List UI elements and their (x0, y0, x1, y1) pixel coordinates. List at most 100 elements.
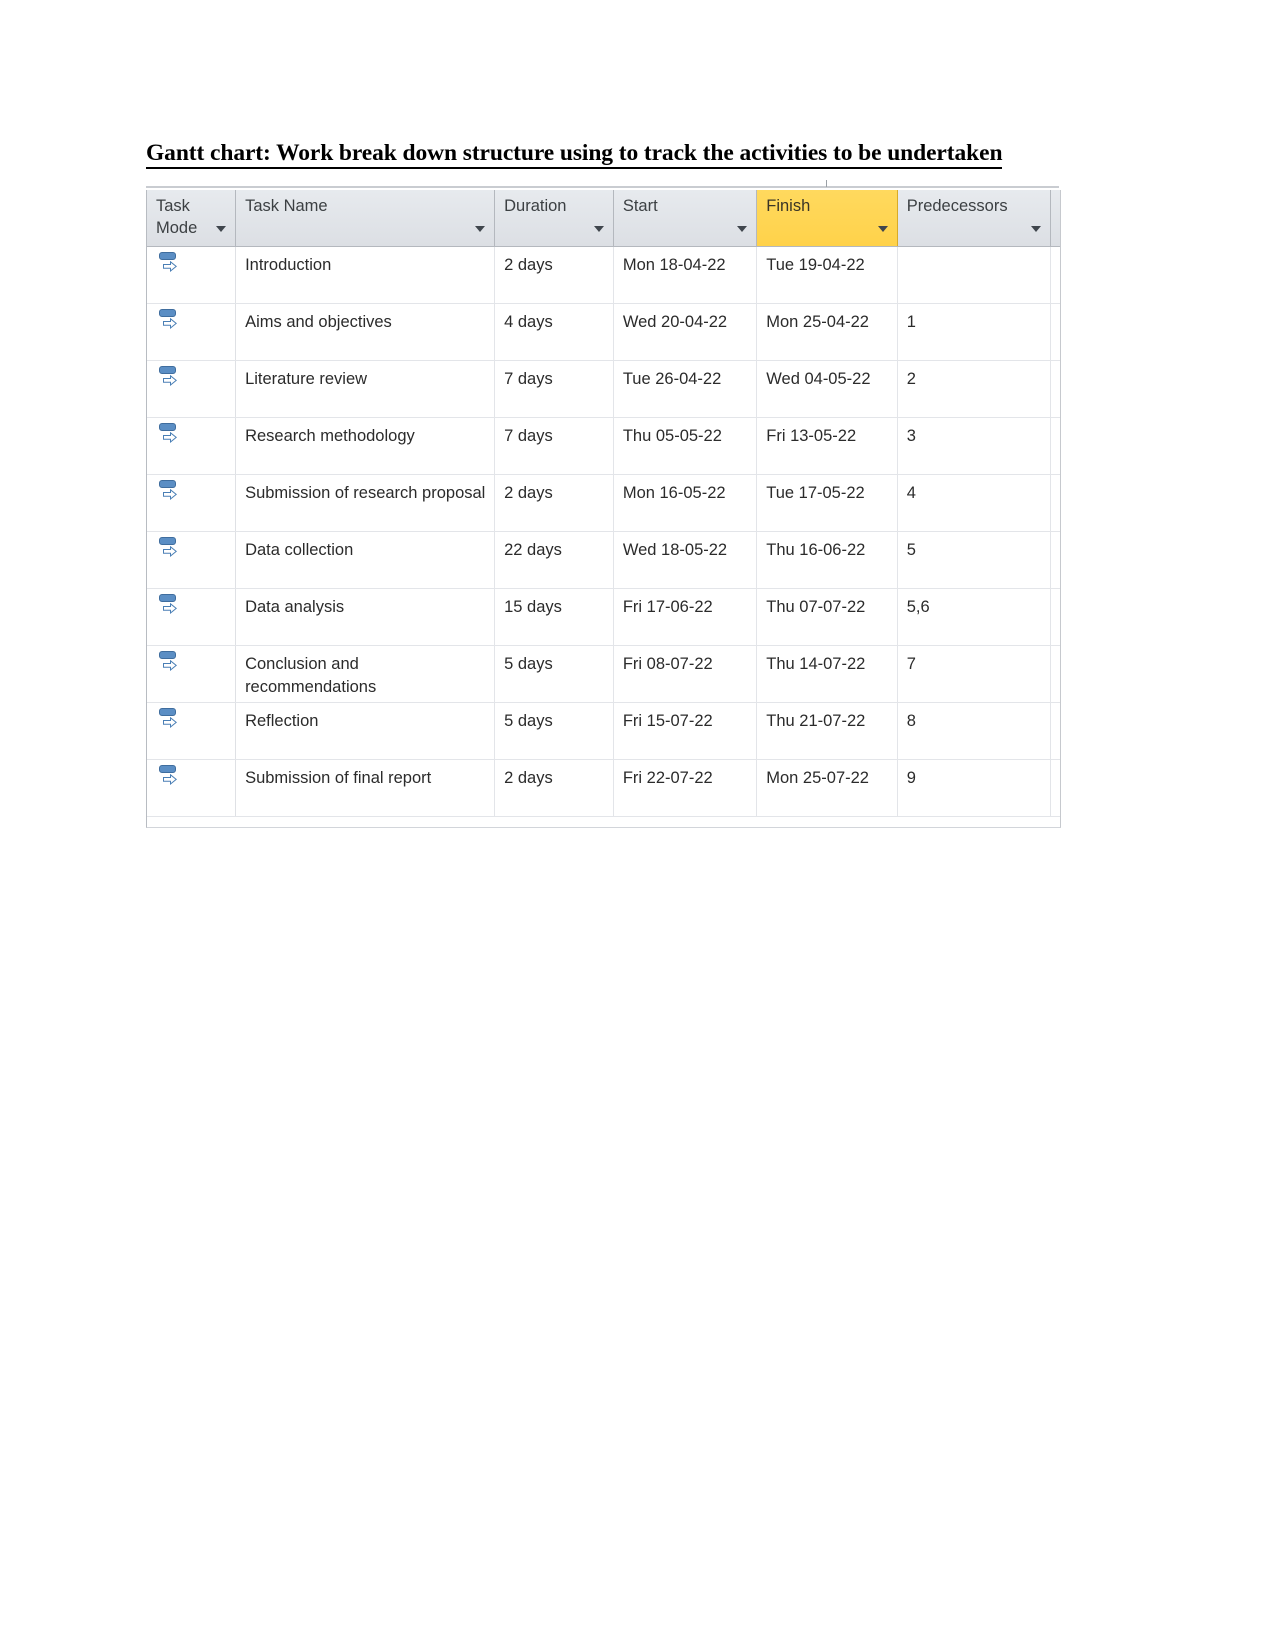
cell-overflow[interactable] (1051, 304, 1060, 360)
table-row[interactable]: Research methodology 7 days Thu 05-05-22 Fr… (147, 418, 1060, 475)
cell-predecessors[interactable]: 5 (898, 532, 1051, 588)
cell-overflow[interactable] (1051, 589, 1060, 645)
cell-overflow[interactable] (1051, 532, 1060, 588)
cell-overflow[interactable] (1051, 475, 1060, 531)
chevron-down-icon[interactable] (737, 226, 748, 232)
cell-overflow[interactable] (1051, 418, 1060, 474)
table-row[interactable]: Data collection 22 days Wed 18-05-22 Thu 16… (147, 532, 1060, 589)
cell-task-mode[interactable] (147, 589, 237, 645)
cell-finish[interactable]: Thu 16-06-22 (757, 532, 898, 588)
cell-predecessors[interactable]: 7 (898, 646, 1051, 702)
grid-body: Introduction 2 days Mon 18-04-22 Tue 19-04-… (147, 247, 1060, 817)
cell-task-mode[interactable] (147, 703, 237, 759)
column-header-duration[interactable]: Duration (495, 190, 614, 246)
cell-overflow[interactable] (1051, 703, 1060, 759)
cell-start[interactable]: Mon 16-05-22 (614, 475, 758, 531)
column-header-task-mode[interactable]: Task Mode (147, 190, 237, 246)
cell-predecessors[interactable]: 5,6 (898, 589, 1051, 645)
cell-task-name[interactable]: Research methodology (236, 418, 496, 474)
cell-finish[interactable]: Thu 21-07-22 (757, 703, 898, 759)
cell-start[interactable]: Mon 18-04-22 (614, 247, 758, 303)
cell-task-mode[interactable] (147, 247, 237, 303)
cell-duration[interactable]: 5 days (495, 703, 614, 759)
chevron-down-icon[interactable] (877, 226, 888, 232)
cell-task-name[interactable]: Conclusion and recommendations (236, 646, 496, 702)
cell-task-mode[interactable] (147, 418, 237, 474)
cell-task-name[interactable]: Literature review (236, 361, 496, 417)
auto-scheduled-icon (158, 478, 182, 504)
cell-overflow[interactable] (1051, 760, 1060, 816)
cell-predecessors[interactable]: 4 (898, 475, 1051, 531)
column-header-start[interactable]: Start (613, 190, 758, 246)
cell-predecessors[interactable]: 9 (898, 760, 1051, 816)
cell-duration[interactable]: 4 days (495, 304, 614, 360)
cell-task-mode[interactable] (147, 646, 237, 702)
cell-overflow[interactable] (1051, 646, 1060, 702)
cell-predecessors[interactable]: 1 (898, 304, 1051, 360)
cell-finish[interactable]: Thu 07-07-22 (757, 589, 898, 645)
cell-duration[interactable]: 2 days (495, 247, 614, 303)
cell-predecessors[interactable]: 2 (898, 361, 1051, 417)
cell-finish[interactable]: Mon 25-04-22 (757, 304, 898, 360)
column-header-finish[interactable]: Finish (757, 190, 898, 246)
cell-task-mode[interactable] (147, 760, 237, 816)
cell-task-name[interactable]: Aims and objectives (236, 304, 496, 360)
cell-duration[interactable]: 15 days (495, 589, 614, 645)
cell-duration[interactable]: 5 days (495, 646, 614, 702)
table-row[interactable]: Data analysis 15 days Fri 17-06-22 Thu 07-0… (147, 589, 1060, 646)
cell-task-mode[interactable] (147, 475, 237, 531)
cell-start[interactable]: Fri 15-07-22 (614, 703, 758, 759)
cell-predecessors[interactable] (898, 247, 1051, 303)
cell-finish[interactable]: Tue 17-05-22 (757, 475, 898, 531)
chevron-down-icon[interactable] (1031, 226, 1041, 232)
cell-finish[interactable]: Thu 14-07-22 (757, 646, 898, 702)
cell-overflow[interactable] (1051, 361, 1060, 417)
chevron-down-icon[interactable] (475, 226, 486, 232)
column-header-task-name[interactable]: Task Name (236, 190, 496, 246)
cell-start[interactable]: Wed 18-05-22 (614, 532, 758, 588)
cell-task-name[interactable]: Introduction (236, 247, 496, 303)
chevron-down-icon[interactable] (593, 226, 604, 232)
cell-overflow[interactable] (1051, 247, 1060, 303)
cell-predecessors[interactable]: 3 (898, 418, 1051, 474)
cell-task-name[interactable]: Submission of research proposal (236, 475, 496, 531)
cell-task-name[interactable]: Reflection (236, 703, 496, 759)
column-header-task-name-label: Task Name (245, 197, 328, 215)
cell-duration[interactable]: 2 days (495, 760, 614, 816)
auto-scheduled-icon (158, 706, 182, 732)
cell-duration[interactable]: 7 days (495, 361, 614, 417)
cell-task-mode[interactable] (147, 532, 237, 588)
cell-finish[interactable]: Fri 13-05-22 (757, 418, 898, 474)
cell-finish[interactable]: Wed 04-05-22 (757, 361, 898, 417)
table-row[interactable]: Submission of research proposal 2 days Mon… (147, 475, 1060, 532)
cell-start[interactable]: Thu 05-05-22 (614, 418, 758, 474)
cell-task-name[interactable]: Submission of final report (236, 760, 496, 816)
cell-start[interactable]: Fri 22-07-22 (614, 760, 758, 816)
cell-start[interactable]: Fri 08-07-22 (614, 646, 758, 702)
cell-duration[interactable]: 7 days (495, 418, 614, 474)
cell-task-mode[interactable] (147, 304, 237, 360)
table-row[interactable]: Conclusion and recommendations 5 days Fri … (147, 646, 1060, 703)
cell-duration[interactable]: 22 days (495, 532, 614, 588)
column-header-predecessors[interactable]: Predecessors (897, 190, 1051, 246)
table-row[interactable]: Literature review 7 days Tue 26-04-22 Wed 0… (147, 361, 1060, 418)
table-row[interactable]: Aims and objectives 4 days Wed 20-04-22 Mon… (147, 304, 1060, 361)
cell-finish[interactable]: Mon 25-07-22 (757, 760, 898, 816)
auto-scheduled-icon (158, 592, 182, 618)
cell-predecessors[interactable]: 8 (898, 703, 1051, 759)
cell-start[interactable]: Tue 26-04-22 (614, 361, 758, 417)
table-row[interactable]: Submission of final report 2 days Fri 22-0… (147, 760, 1060, 817)
cell-task-name[interactable]: Data analysis (236, 589, 496, 645)
column-header-overflow[interactable] (1051, 190, 1060, 246)
table-row[interactable]: Introduction 2 days Mon 18-04-22 Tue 19-04-… (147, 247, 1060, 304)
cell-start[interactable]: Wed 20-04-22 (614, 304, 758, 360)
cell-duration[interactable]: 2 days (495, 475, 614, 531)
cell-task-mode[interactable] (147, 361, 237, 417)
table-row[interactable]: Reflection 5 days Fri 15-07-22 Thu 21-07-22… (147, 703, 1060, 760)
auto-scheduled-icon (158, 763, 182, 789)
chevron-down-icon[interactable] (216, 226, 227, 232)
cell-start[interactable]: Fri 17-06-22 (614, 589, 758, 645)
cell-task-name[interactable]: Data collection (236, 532, 496, 588)
cell-finish[interactable]: Tue 19-04-22 (757, 247, 898, 303)
column-header-predecessors-label: Predecessors (906, 197, 1008, 215)
